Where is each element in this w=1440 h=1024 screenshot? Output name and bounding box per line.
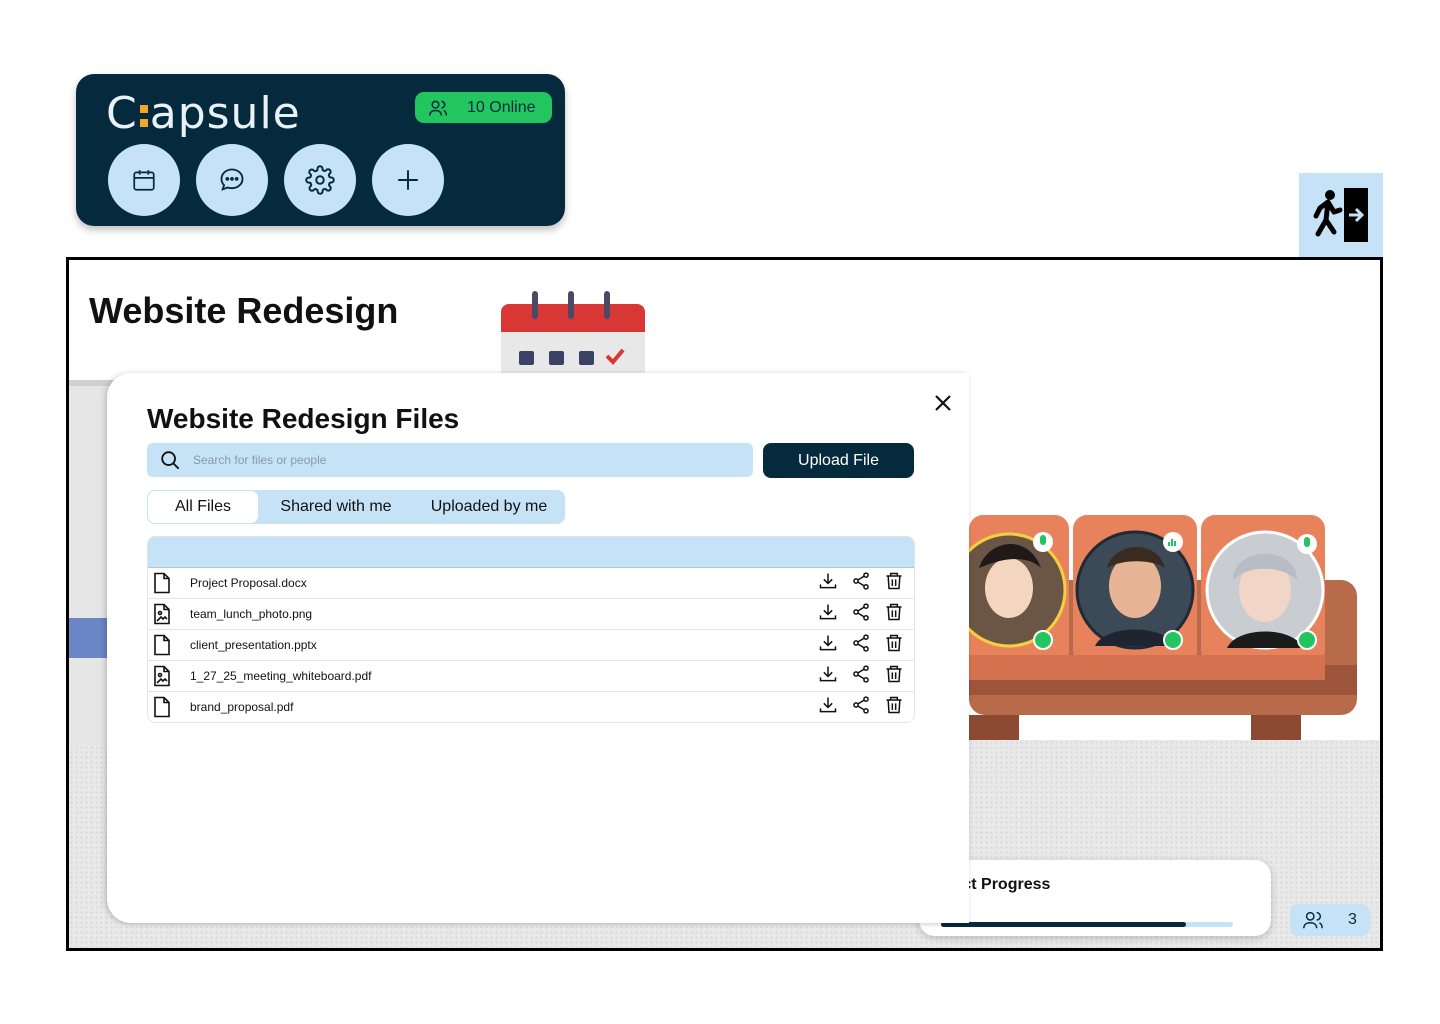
close-modal-button[interactable]: [929, 389, 957, 417]
download-icon: [818, 664, 838, 689]
download-icon: [818, 695, 838, 720]
tab-all-files[interactable]: All Files: [147, 490, 259, 524]
exit-icon: [1313, 188, 1368, 242]
search-box[interactable]: [147, 443, 753, 477]
file-row[interactable]: client_presentation.pptx: [148, 630, 914, 661]
participant-avatar-2[interactable]: [1075, 528, 1199, 652]
upload-file-button[interactable]: Upload File: [763, 443, 914, 478]
calendar-decoration-icon[interactable]: [499, 290, 647, 380]
online-count-label: 10 Online: [467, 98, 536, 116]
file-row[interactable]: Project Proposal.docx: [148, 568, 914, 599]
trash-icon: [884, 633, 904, 658]
app-header-panel: Capsule 10 Online: [76, 74, 565, 226]
project-progress-card[interactable]: ject Progress %: [919, 860, 1271, 936]
avatar: [1205, 530, 1325, 650]
calendar-button[interactable]: [108, 144, 180, 216]
modal-title: Website Redesign Files: [147, 403, 460, 434]
share-icon: [851, 695, 871, 720]
file-row[interactable]: team_lunch_photo.png: [148, 599, 914, 630]
download-icon: [818, 602, 838, 627]
share-icon: [851, 571, 871, 596]
share-button[interactable]: [844, 664, 877, 689]
close-icon: [935, 395, 951, 411]
share-icon: [851, 633, 871, 658]
download-button[interactable]: [811, 602, 844, 627]
chat-button[interactable]: [196, 144, 268, 216]
participant-avatar-3[interactable]: [1203, 528, 1327, 652]
tab-shared-with-me[interactable]: Shared with me: [259, 490, 413, 524]
progress-bar: [941, 922, 1233, 927]
avatar: [1075, 530, 1195, 650]
share-button[interactable]: [844, 571, 877, 596]
search-icon: [161, 451, 180, 470]
settings-button[interactable]: [284, 144, 356, 216]
file-name: 1_27_25_meeting_whiteboard.pdf: [190, 669, 372, 683]
exit-room-button[interactable]: [1299, 173, 1383, 257]
calendar-icon: [133, 170, 155, 191]
delete-button[interactable]: [877, 571, 910, 596]
trash-icon: [884, 602, 904, 627]
participants-count: 3: [1348, 911, 1357, 928]
search-input[interactable]: [191, 452, 735, 468]
download-button[interactable]: [811, 695, 844, 720]
image-file-icon: [152, 665, 174, 687]
share-button[interactable]: [844, 695, 877, 720]
progress-bar-fill: [941, 922, 1187, 927]
files-table: Project Proposal.docx team_lunch_photo.pn…: [147, 536, 915, 723]
chat-icon: [220, 168, 244, 191]
file-name: team_lunch_photo.png: [190, 607, 313, 621]
file-row[interactable]: 1_27_25_meeting_whiteboard.pdf: [148, 661, 914, 692]
delete-button[interactable]: [877, 695, 910, 720]
avatar: [951, 532, 1067, 650]
file-filter-tabs: All Files Shared with me Uploaded by me: [147, 490, 565, 524]
users-icon: [1303, 911, 1323, 929]
easel-leg: [69, 618, 109, 658]
delete-button[interactable]: [877, 664, 910, 689]
participant-avatar-1[interactable]: [951, 528, 1073, 652]
file-row[interactable]: brand_proposal.pdf: [148, 692, 914, 722]
logo-prefix: C: [106, 88, 138, 139]
share-button[interactable]: [844, 633, 877, 658]
trash-icon: [884, 695, 904, 720]
trash-icon: [884, 571, 904, 596]
table-header: [148, 537, 914, 568]
file-name: client_presentation.pptx: [190, 638, 317, 652]
image-file-icon: [152, 603, 174, 625]
delete-button[interactable]: [877, 633, 910, 658]
room-title: Website Redesign: [89, 290, 399, 331]
share-icon: [851, 602, 871, 627]
add-button[interactable]: [372, 144, 444, 216]
room-canvas: Website Redesign ject Progress %: [66, 257, 1383, 951]
gear-icon: [305, 165, 335, 195]
trash-icon: [884, 664, 904, 689]
online-count-badge[interactable]: 10 Online: [415, 92, 552, 123]
delete-button[interactable]: [877, 602, 910, 627]
download-icon: [818, 571, 838, 596]
logo-dots: [139, 101, 148, 131]
download-icon: [818, 633, 838, 658]
download-button[interactable]: [811, 664, 844, 689]
document-file-icon: [152, 572, 174, 594]
download-button[interactable]: [811, 571, 844, 596]
files-modal: Website Redesign Files Upload File All F…: [107, 373, 969, 923]
document-file-icon: [152, 634, 174, 656]
share-icon: [851, 664, 871, 689]
download-button[interactable]: [811, 633, 844, 658]
file-name: Project Proposal.docx: [190, 576, 307, 590]
file-rows: Project Proposal.docx team_lunch_photo.pn…: [148, 568, 914, 722]
file-name: brand_proposal.pdf: [190, 700, 294, 714]
users-icon: [428, 100, 448, 116]
tab-uploaded-by-me[interactable]: Uploaded by me: [413, 490, 565, 524]
participants-count-badge[interactable]: 3: [1290, 904, 1370, 936]
capsule-logo: Capsule: [106, 88, 301, 139]
document-file-icon: [152, 696, 174, 718]
plus-icon: [398, 170, 418, 190]
share-button[interactable]: [844, 602, 877, 627]
logo-suffix: apsule: [149, 88, 301, 139]
